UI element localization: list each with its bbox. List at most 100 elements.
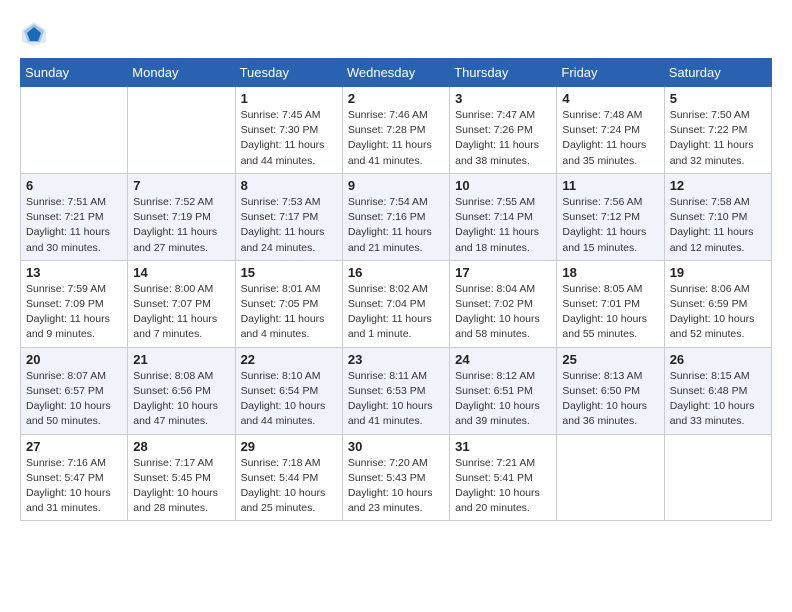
day-info: Sunrise: 7:58 AMSunset: 7:10 PMDaylight:…: [670, 195, 766, 256]
calendar-cell: 24 Sunrise: 8:12 AMSunset: 6:51 PMDayligh…: [450, 347, 557, 434]
calendar-cell: 14 Sunrise: 8:00 AMSunset: 7:07 PMDayligh…: [128, 260, 235, 347]
calendar-week-row: 6 Sunrise: 7:51 AMSunset: 7:21 PMDaylight…: [21, 173, 772, 260]
calendar-cell: 21 Sunrise: 8:08 AMSunset: 6:56 PMDayligh…: [128, 347, 235, 434]
day-info: Sunrise: 7:16 AMSunset: 5:47 PMDaylight:…: [26, 456, 122, 517]
day-number: 8: [241, 178, 337, 193]
day-info: Sunrise: 7:52 AMSunset: 7:19 PMDaylight:…: [133, 195, 229, 256]
calendar-cell: 20 Sunrise: 8:07 AMSunset: 6:57 PMDayligh…: [21, 347, 128, 434]
day-info: Sunrise: 8:04 AMSunset: 7:02 PMDaylight:…: [455, 282, 551, 343]
day-number: 10: [455, 178, 551, 193]
calendar-cell: [21, 87, 128, 174]
calendar-cell: [128, 87, 235, 174]
calendar-cell: 23Sunrise: 8:11 AMSunset: 6:53 PMDayligh…: [342, 347, 449, 434]
calendar-cell: 11 Sunrise: 7:56 AMSunset: 7:12 PMDayligh…: [557, 173, 664, 260]
day-info: Sunrise: 8:08 AMSunset: 6:56 PMDaylight:…: [133, 369, 229, 430]
day-number: 16: [348, 265, 444, 280]
day-info: Sunrise: 7:53 AMSunset: 7:17 PMDaylight:…: [241, 195, 337, 256]
day-number: 27: [26, 439, 122, 454]
logo-icon: [20, 20, 48, 48]
calendar-cell: 25Sunrise: 8:13 AMSunset: 6:50 PMDayligh…: [557, 347, 664, 434]
day-info: Sunrise: 7:56 AMSunset: 7:12 PMDaylight:…: [562, 195, 658, 256]
day-number: 19: [670, 265, 766, 280]
logo: [20, 20, 52, 48]
day-info: Sunrise: 8:05 AMSunset: 7:01 PMDaylight:…: [562, 282, 658, 343]
day-number: 24: [455, 352, 551, 367]
day-number: 4: [562, 91, 658, 106]
day-info: Sunrise: 7:51 AMSunset: 7:21 PMDaylight:…: [26, 195, 122, 256]
calendar-cell: 28 Sunrise: 7:17 AMSunset: 5:45 PMDayligh…: [128, 434, 235, 521]
calendar-header-row: SundayMondayTuesdayWednesdayThursdayFrid…: [21, 59, 772, 87]
day-number: 30: [348, 439, 444, 454]
calendar-cell: 12 Sunrise: 7:58 AMSunset: 7:10 PMDayligh…: [664, 173, 771, 260]
day-info: Sunrise: 8:02 AMSunset: 7:04 PMDaylight:…: [348, 282, 444, 343]
day-info: Sunrise: 8:06 AMSunset: 6:59 PMDaylight:…: [670, 282, 766, 343]
day-number: 11: [562, 178, 658, 193]
calendar-cell: 8 Sunrise: 7:53 AMSunset: 7:17 PMDaylight…: [235, 173, 342, 260]
calendar-cell: 1 Sunrise: 7:45 AMSunset: 7:30 PMDaylight…: [235, 87, 342, 174]
calendar-cell: 15Sunrise: 8:01 AMSunset: 7:05 PMDayligh…: [235, 260, 342, 347]
day-number: 22: [241, 352, 337, 367]
day-number: 31: [455, 439, 551, 454]
day-info: Sunrise: 8:10 AMSunset: 6:54 PMDaylight:…: [241, 369, 337, 430]
day-number: 28: [133, 439, 229, 454]
day-number: 15: [241, 265, 337, 280]
calendar-cell: 27 Sunrise: 7:16 AMSunset: 5:47 PMDayligh…: [21, 434, 128, 521]
day-info: Sunrise: 7:59 AMSunset: 7:09 PMDaylight:…: [26, 282, 122, 343]
calendar-cell: [557, 434, 664, 521]
day-number: 26: [670, 352, 766, 367]
day-info: Sunrise: 7:45 AMSunset: 7:30 PMDaylight:…: [241, 108, 337, 169]
day-number: 25: [562, 352, 658, 367]
day-number: 20: [26, 352, 122, 367]
day-number: 5: [670, 91, 766, 106]
weekday-header: Friday: [557, 59, 664, 87]
day-number: 18: [562, 265, 658, 280]
day-info: Sunrise: 7:55 AMSunset: 7:14 PMDaylight:…: [455, 195, 551, 256]
day-number: 14: [133, 265, 229, 280]
page-header: [20, 20, 772, 48]
calendar-cell: 7 Sunrise: 7:52 AMSunset: 7:19 PMDaylight…: [128, 173, 235, 260]
day-info: Sunrise: 7:20 AMSunset: 5:43 PMDaylight:…: [348, 456, 444, 517]
calendar-cell: 13 Sunrise: 7:59 AMSunset: 7:09 PMDayligh…: [21, 260, 128, 347]
day-info: Sunrise: 8:00 AMSunset: 7:07 PMDaylight:…: [133, 282, 229, 343]
weekday-header: Saturday: [664, 59, 771, 87]
calendar-cell: 22 Sunrise: 8:10 AMSunset: 6:54 PMDayligh…: [235, 347, 342, 434]
calendar-cell: 29Sunrise: 7:18 AMSunset: 5:44 PMDayligh…: [235, 434, 342, 521]
weekday-header: Monday: [128, 59, 235, 87]
day-info: Sunrise: 7:21 AMSunset: 5:41 PMDaylight:…: [455, 456, 551, 517]
day-info: Sunrise: 7:18 AMSunset: 5:44 PMDaylight:…: [241, 456, 337, 517]
day-info: Sunrise: 8:15 AMSunset: 6:48 PMDaylight:…: [670, 369, 766, 430]
calendar-cell: 10 Sunrise: 7:55 AMSunset: 7:14 PMDayligh…: [450, 173, 557, 260]
day-info: Sunrise: 7:48 AMSunset: 7:24 PMDaylight:…: [562, 108, 658, 169]
calendar-cell: 18 Sunrise: 8:05 AMSunset: 7:01 PMDayligh…: [557, 260, 664, 347]
calendar-cell: 26 Sunrise: 8:15 AMSunset: 6:48 PMDayligh…: [664, 347, 771, 434]
day-number: 17: [455, 265, 551, 280]
calendar-cell: 6 Sunrise: 7:51 AMSunset: 7:21 PMDaylight…: [21, 173, 128, 260]
weekday-header: Thursday: [450, 59, 557, 87]
day-number: 21: [133, 352, 229, 367]
day-number: 1: [241, 91, 337, 106]
day-info: Sunrise: 7:46 AMSunset: 7:28 PMDaylight:…: [348, 108, 444, 169]
day-number: 6: [26, 178, 122, 193]
day-info: Sunrise: 8:12 AMSunset: 6:51 PMDaylight:…: [455, 369, 551, 430]
calendar-cell: 9Sunrise: 7:54 AMSunset: 7:16 PMDaylight…: [342, 173, 449, 260]
calendar-week-row: 27 Sunrise: 7:16 AMSunset: 5:47 PMDayligh…: [21, 434, 772, 521]
day-number: 13: [26, 265, 122, 280]
calendar-cell: 17 Sunrise: 8:04 AMSunset: 7:02 PMDayligh…: [450, 260, 557, 347]
calendar-week-row: 1 Sunrise: 7:45 AMSunset: 7:30 PMDaylight…: [21, 87, 772, 174]
calendar-cell: 4 Sunrise: 7:48 AMSunset: 7:24 PMDaylight…: [557, 87, 664, 174]
day-number: 2: [348, 91, 444, 106]
calendar-week-row: 13 Sunrise: 7:59 AMSunset: 7:09 PMDayligh…: [21, 260, 772, 347]
weekday-header: Tuesday: [235, 59, 342, 87]
day-info: Sunrise: 7:17 AMSunset: 5:45 PMDaylight:…: [133, 456, 229, 517]
day-info: Sunrise: 8:11 AMSunset: 6:53 PMDaylight:…: [348, 369, 444, 430]
calendar-cell: 2 Sunrise: 7:46 AMSunset: 7:28 PMDaylight…: [342, 87, 449, 174]
day-number: 9: [348, 178, 444, 193]
calendar-cell: 19 Sunrise: 8:06 AMSunset: 6:59 PMDayligh…: [664, 260, 771, 347]
day-info: Sunrise: 8:07 AMSunset: 6:57 PMDaylight:…: [26, 369, 122, 430]
day-info: Sunrise: 7:47 AMSunset: 7:26 PMDaylight:…: [455, 108, 551, 169]
day-number: 7: [133, 178, 229, 193]
weekday-header: Sunday: [21, 59, 128, 87]
calendar-table: SundayMondayTuesdayWednesdayThursdayFrid…: [20, 58, 772, 521]
day-number: 12: [670, 178, 766, 193]
calendar-cell: 3Sunrise: 7:47 AMSunset: 7:26 PMDaylight…: [450, 87, 557, 174]
